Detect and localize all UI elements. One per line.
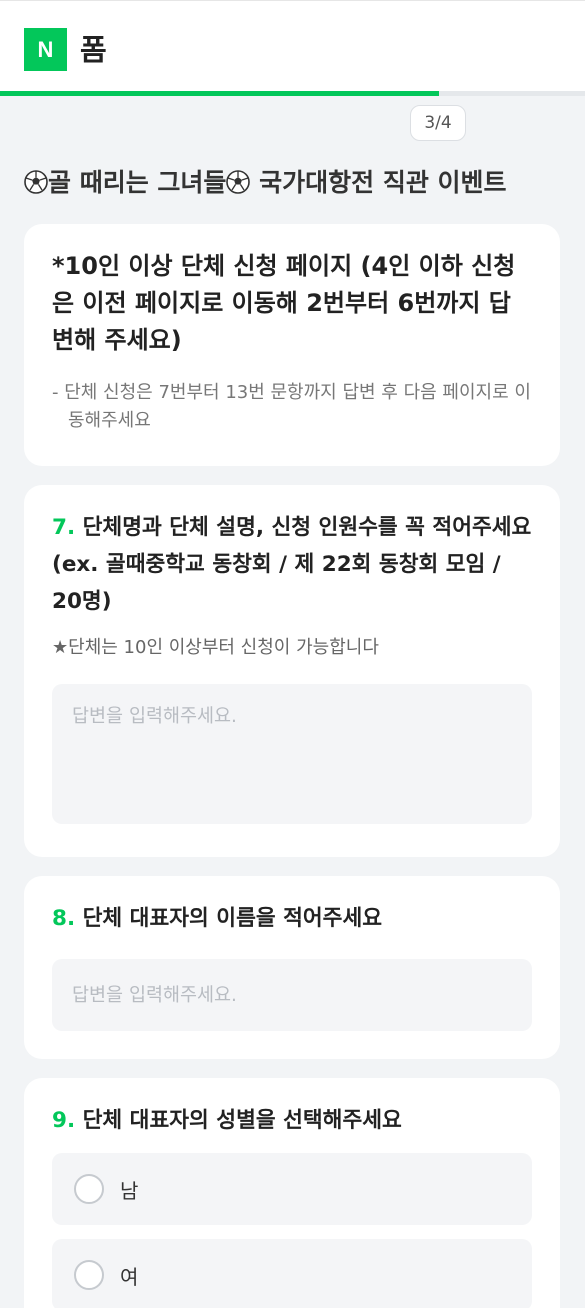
soccer-ball-icon [226, 170, 251, 194]
page-indicator: 3/4 [410, 105, 466, 141]
form-title: 골 때리는 그녀들 국가대항전 직관 이벤트 [24, 164, 564, 202]
question-7-card: 7. 단체명과 단체 설명, 신청 인원수를 꼭 적어주세요 (ex. 골때중학… [24, 485, 560, 857]
question-8-card: 8. 단체 대표자의 이름을 적어주세요 답변을 입력해주세요. [24, 876, 560, 1059]
question-7-answer-textarea[interactable]: 답변을 입력해주세요. [52, 684, 532, 824]
form-title-text-2: 국가대항전 직관 이벤트 [250, 168, 507, 197]
soccer-ball-icon [24, 170, 48, 194]
option-label: 여 [120, 1264, 139, 1289]
naver-logo[interactable]: N [24, 28, 67, 71]
gender-option-male[interactable]: 남 [52, 1153, 532, 1225]
question-7-description: ★단체는 10인 이상부터 신청이 가능합니다 [52, 637, 379, 658]
intro-heading: *10인 이상 단체 신청 페이지 (4인 이하 신청은 이전 페이지로 이동해… [52, 252, 516, 354]
intro-card: *10인 이상 단체 신청 페이지 (4인 이하 신청은 이전 페이지로 이동해… [24, 224, 560, 466]
question-number: 8. [52, 906, 76, 931]
app-title: 폼 [80, 33, 107, 67]
radio-button[interactable] [74, 1174, 104, 1204]
intro-note: - 단체 신청은 7번부터 13번 문항까지 답변 후 다음 페이지로 이동해주… [52, 382, 531, 431]
question-7-title: 7. 단체명과 단체 설명, 신청 인원수를 꼭 적어주세요 (ex. 골때중학… [52, 509, 532, 620]
gender-option-female[interactable]: 여 [52, 1239, 532, 1308]
question-number: 7. [52, 515, 76, 540]
question-text: 단체 대표자의 이름을 적어주세요 [82, 906, 383, 931]
radio-button[interactable] [74, 1260, 104, 1290]
question-8-answer-input[interactable]: 답변을 입력해주세요. [52, 959, 532, 1031]
top-bar: N 폼 [0, 0, 585, 96]
progress-bar-fill [0, 91, 439, 96]
form-title-text-1: 골 때리는 그녀들 [48, 168, 227, 197]
question-text: 단체명과 단체 설명, 신청 인원수를 꼭 적어주세요 (ex. 골때중학교 동… [52, 515, 532, 614]
question-text: 단체 대표자의 성별을 선택해주세요 [82, 1108, 402, 1133]
option-label: 남 [120, 1178, 139, 1203]
question-8-title: 8. 단체 대표자의 이름을 적어주세요 [52, 900, 532, 937]
progress-bar [0, 91, 585, 96]
question-number: 9. [52, 1108, 76, 1133]
question-9-title: 9. 단체 대표자의 성별을 선택해주세요 [52, 1102, 532, 1139]
question-9-card: 9. 단체 대표자의 성별을 선택해주세요 남 여 [24, 1078, 560, 1308]
